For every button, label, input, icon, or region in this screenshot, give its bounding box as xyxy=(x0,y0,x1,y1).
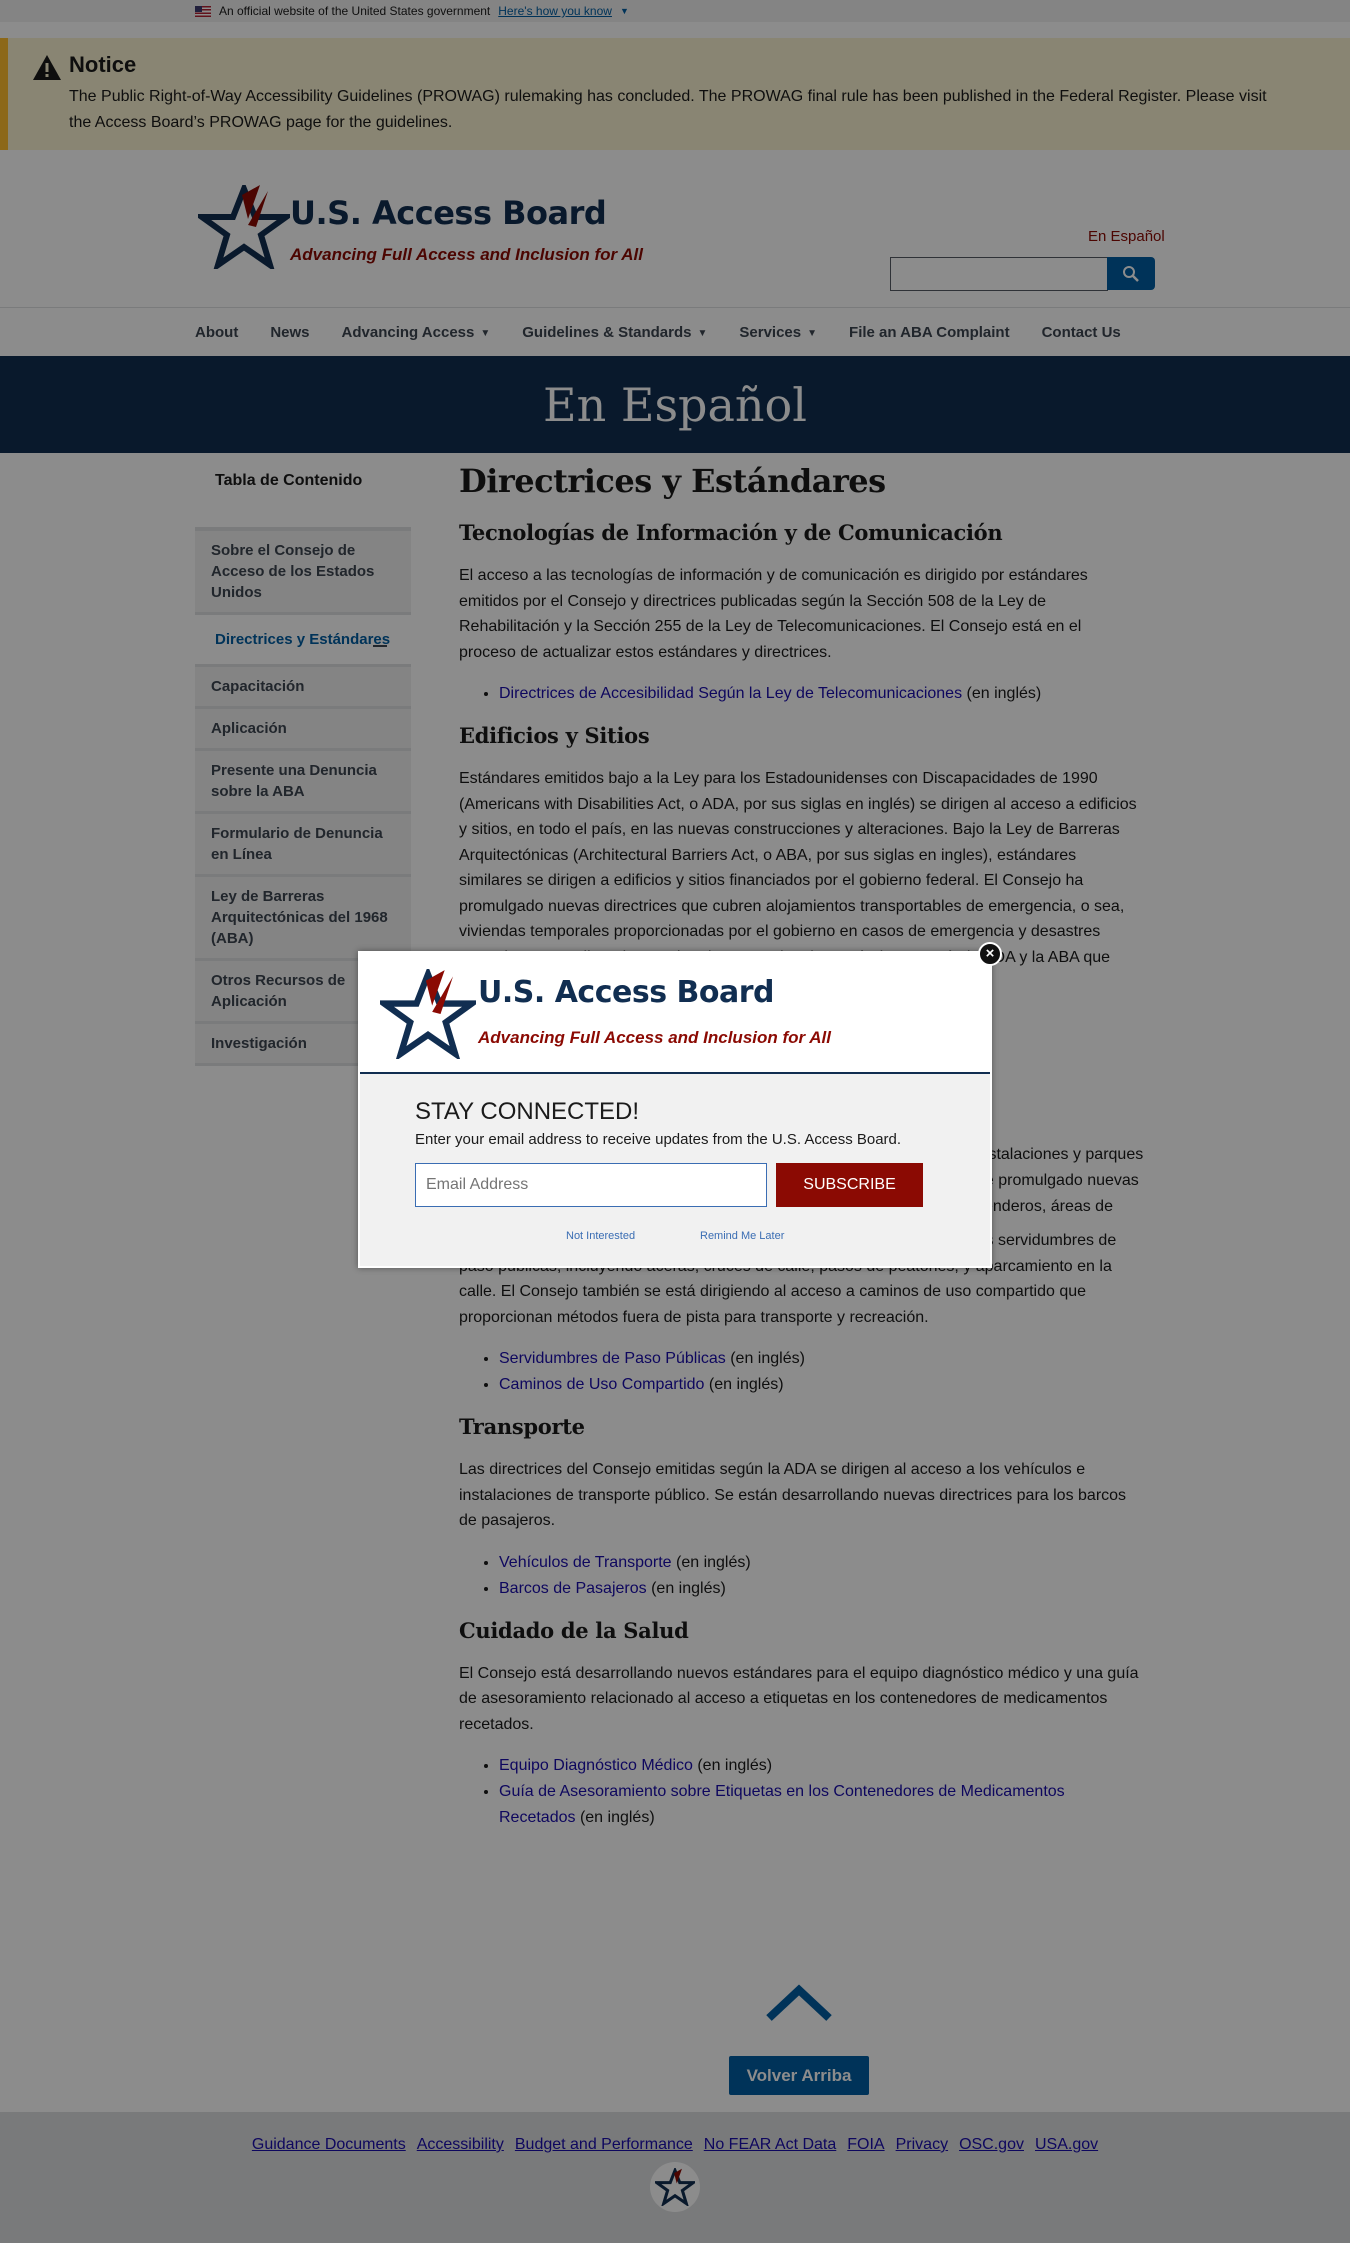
subscribe-button[interactable]: SUBSCRIBE xyxy=(776,1163,923,1207)
not-interested-link[interactable]: Not Interested xyxy=(566,1230,635,1242)
modal-header: U.S. Access Board Advancing Full Access … xyxy=(360,953,990,1074)
stay-connected-subtext: Enter your email address to receive upda… xyxy=(415,1131,902,1148)
close-icon[interactable]: × xyxy=(978,942,1002,966)
stay-connected-modal: U.S. Access Board Advancing Full Access … xyxy=(358,942,1002,1268)
modal-title: U.S. Access Board xyxy=(478,975,774,1010)
stay-connected-heading: STAY CONNECTED! xyxy=(415,1098,640,1125)
access-board-star-logo xyxy=(380,969,476,1059)
modal-tagline: Advancing Full Access and Inclusion for … xyxy=(478,1028,831,1047)
remind-me-later-link[interactable]: Remind Me Later xyxy=(700,1230,784,1242)
email-field[interactable] xyxy=(415,1163,767,1207)
